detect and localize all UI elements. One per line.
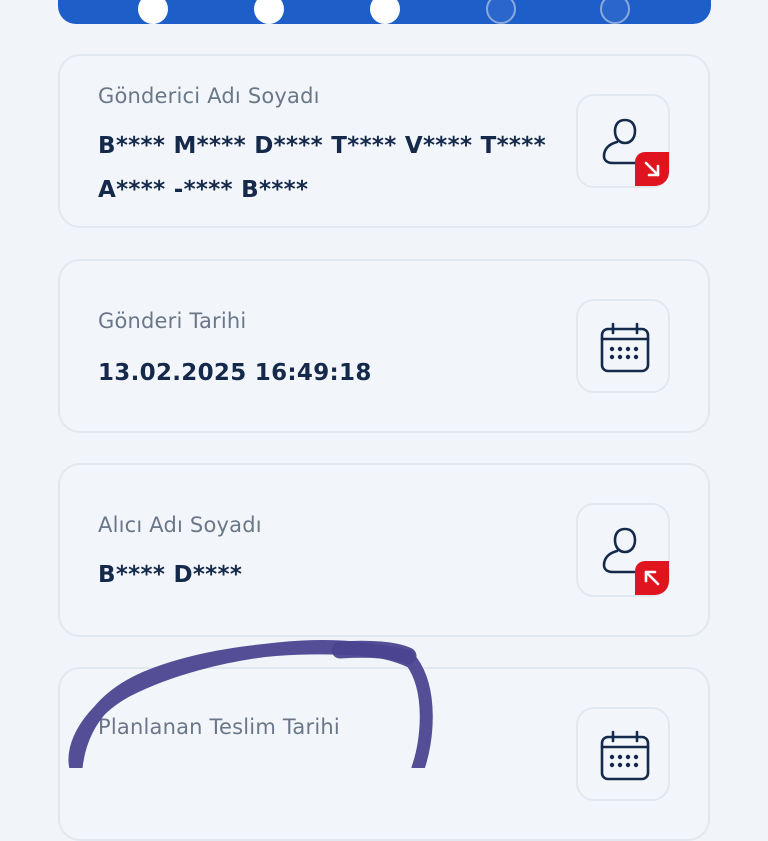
receiver-label: Alıcı Adı Soyadı	[98, 513, 262, 537]
receiver-card: Alıcı Adı Soyadı B**** D****	[58, 463, 710, 637]
send-date-value: 13.02.2025 16:49:18	[98, 360, 372, 386]
sender-label: Gönderici Adı Soyadı	[98, 84, 320, 108]
send-date-label: Gönderi Tarihi	[98, 309, 247, 333]
planned-delivery-label: Planlanan Teslim Tarihi	[98, 715, 340, 739]
send-date-card: Gönderi Tarihi 13.02.2025 16:49:18	[58, 259, 710, 433]
arrow-down-right-icon	[644, 161, 660, 177]
calendar-icon	[600, 322, 650, 373]
progress-stepper	[58, 0, 711, 24]
step-indicator-3	[370, 0, 400, 24]
receiver-name-value: B**** D****	[98, 562, 243, 588]
incoming-arrow-badge	[635, 561, 669, 595]
sender-icon-button[interactable]	[576, 94, 670, 188]
send-date-icon-button[interactable]	[576, 299, 670, 393]
step-indicator-2	[254, 0, 284, 24]
receiver-icon-button[interactable]	[576, 503, 670, 597]
sender-card: Gönderici Adı Soyadı B**** M**** D**** T…	[58, 54, 710, 228]
arrow-up-left-icon	[644, 570, 660, 586]
step-indicator-5	[600, 0, 630, 24]
step-indicator-1	[138, 0, 168, 24]
planned-delivery-card: Planlanan Teslim Tarihi	[58, 667, 710, 841]
step-indicator-4	[486, 0, 516, 24]
calendar-icon	[600, 730, 650, 781]
planned-delivery-icon-button[interactable]	[576, 707, 670, 801]
outgoing-arrow-badge	[635, 152, 669, 186]
sender-name-value: B**** M**** D**** T**** V**** T**** A***…	[98, 133, 546, 203]
